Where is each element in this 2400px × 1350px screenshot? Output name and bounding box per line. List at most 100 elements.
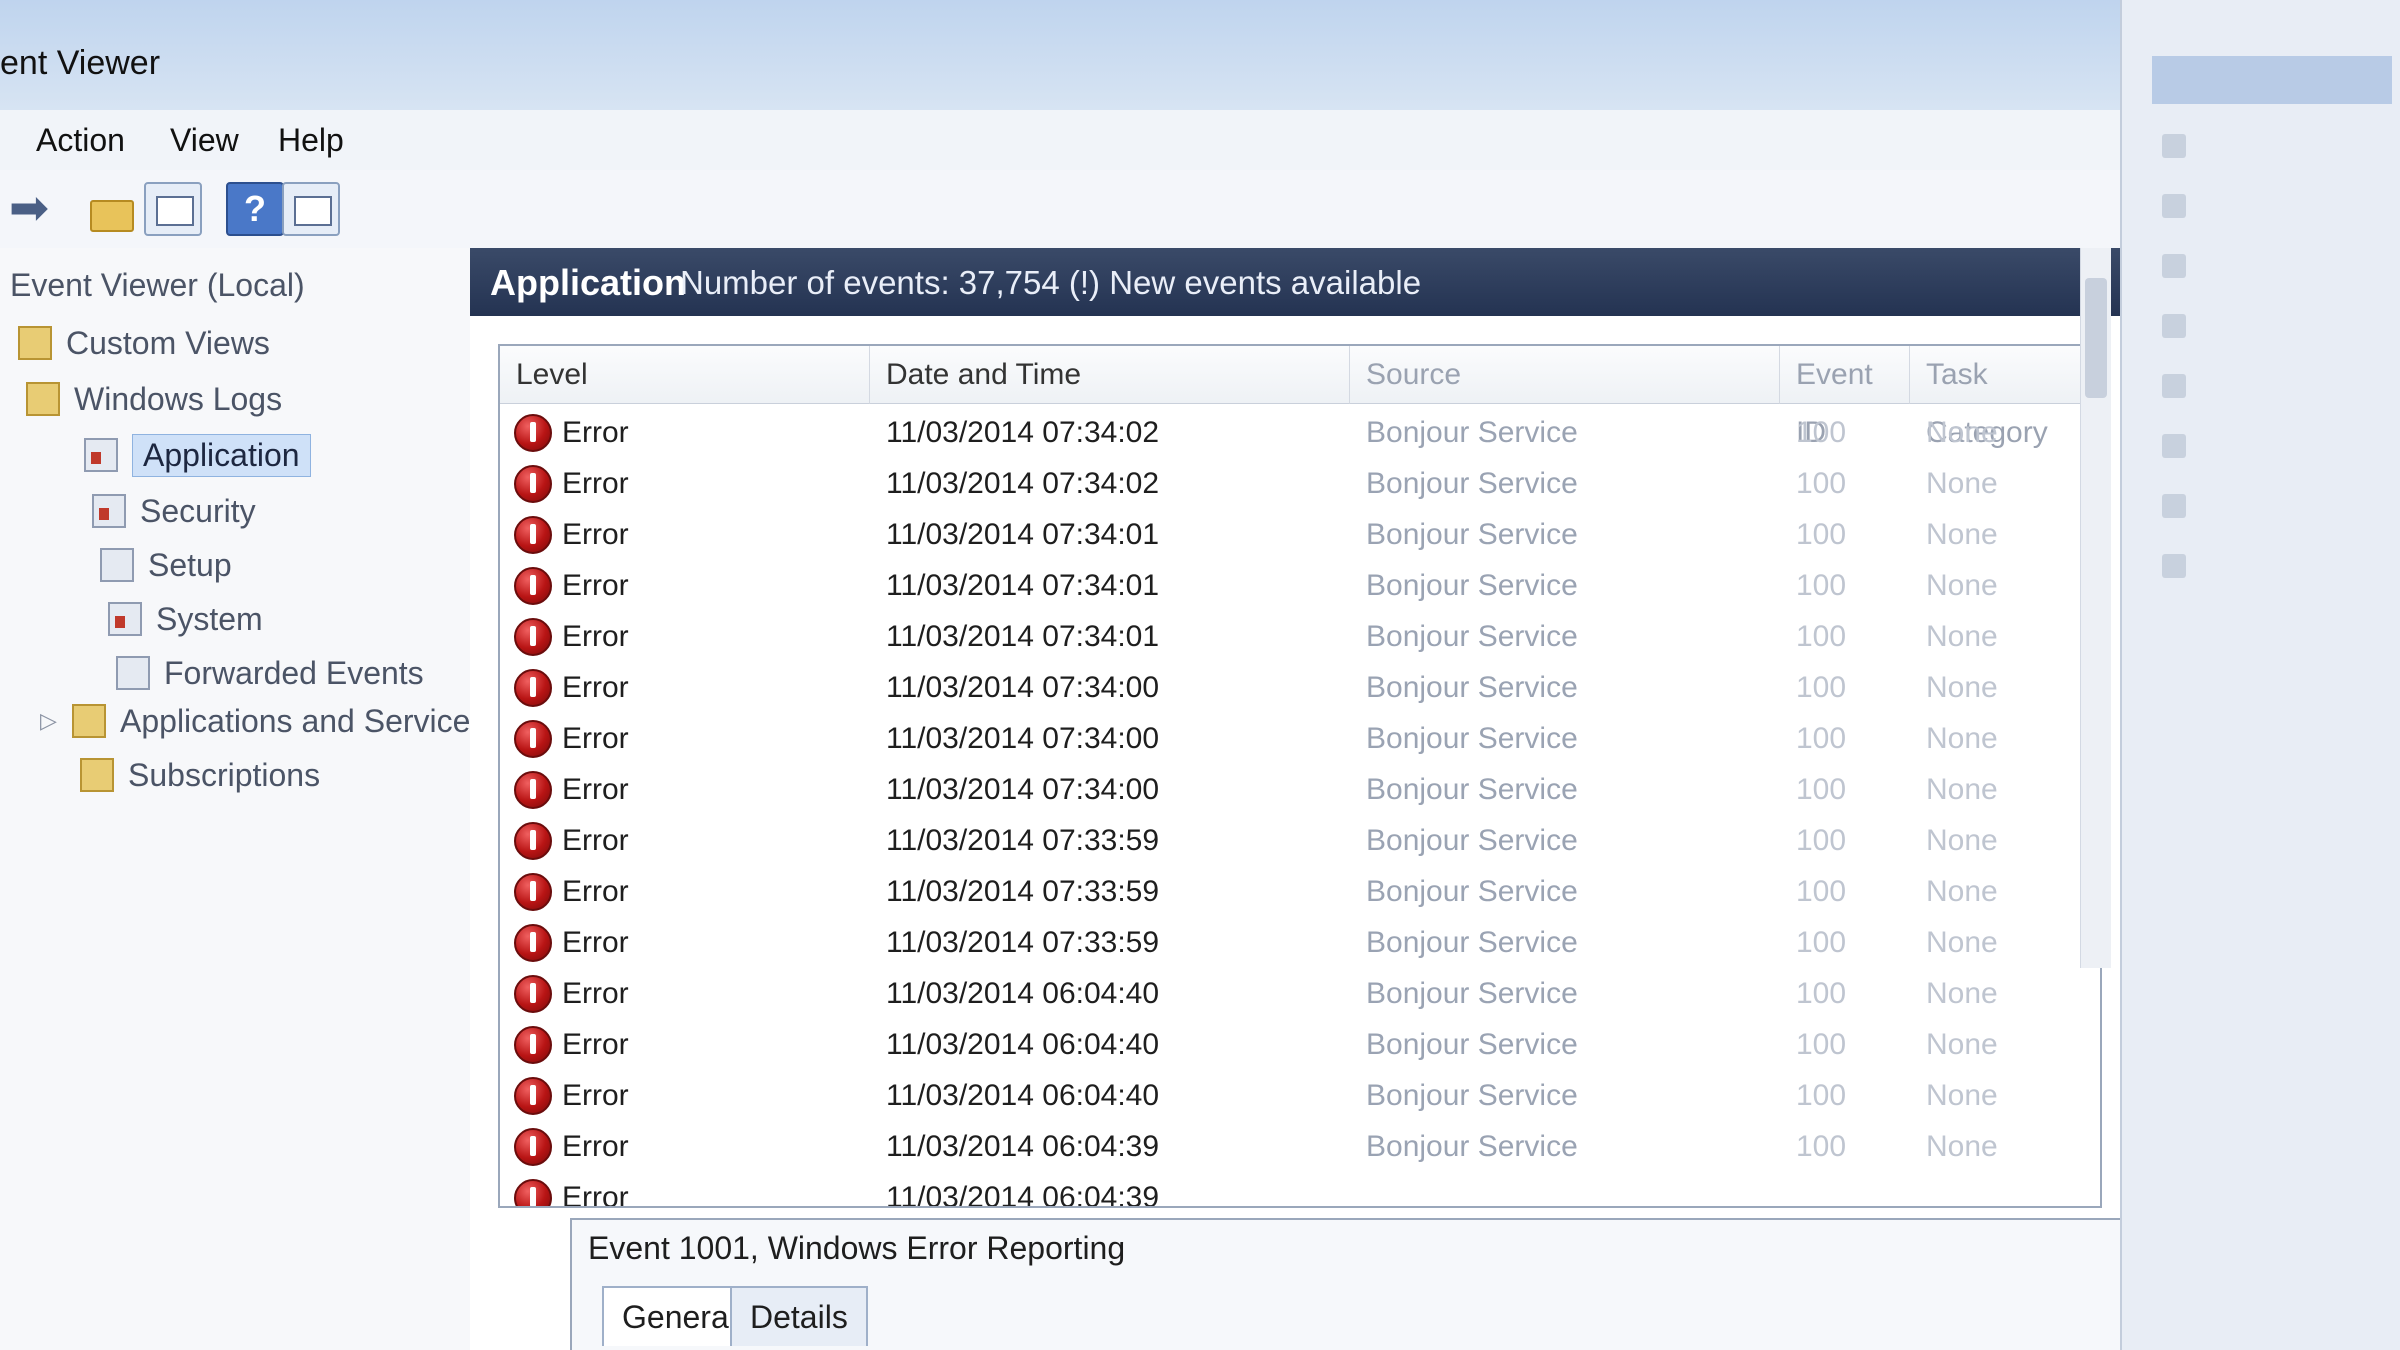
tree-setup[interactable]: Setup: [100, 542, 232, 588]
column-header-source[interactable]: Source: [1350, 346, 1780, 404]
filter-icon: [2162, 374, 2186, 399]
tree-system[interactable]: System: [108, 596, 263, 642]
tree-root[interactable]: Event Viewer (Local): [10, 262, 305, 308]
row-task-category: None: [1926, 416, 1998, 449]
tree-apps-services[interactable]: Applications and Services Lo: [72, 698, 531, 744]
row-event-id: 100: [1796, 518, 1847, 551]
find-icon: [2162, 494, 2186, 519]
back-arrow-icon[interactable]: ➡: [0, 182, 58, 236]
actions-pane: [2120, 0, 2400, 1350]
row-level: Error: [562, 926, 629, 959]
tree-forwarded-events[interactable]: Forwarded Events: [116, 650, 424, 696]
error-icon: [514, 567, 552, 605]
event-log-icon: [84, 438, 118, 472]
table-row[interactable]: Error 11/03/2014 06:04:39 Bonjour Service 1…: [500, 1122, 2100, 1173]
tree-subscriptions[interactable]: Subscriptions: [80, 752, 320, 798]
folder-icon: [18, 326, 52, 360]
action-item[interactable]: [2162, 480, 2400, 528]
row-date-time: 11/03/2014 06:04:40: [886, 1079, 1160, 1112]
action-pane-icon[interactable]: [282, 182, 340, 236]
table-row[interactable]: Error 11/03/2014 06:04:39: [500, 1173, 2100, 1208]
event-detail-panel: Event 1001, Windows Error Reporting Gene…: [570, 1218, 2124, 1350]
table-row[interactable]: Error 11/03/2014 07:33:59 Bonjour Service 1…: [500, 867, 2100, 918]
row-date-time: 11/03/2014 07:34:00: [886, 773, 1160, 806]
help-icon[interactable]: ?: [226, 182, 284, 236]
row-level: Error: [562, 620, 629, 653]
action-item[interactable]: [2162, 420, 2400, 468]
expand-arrow-icon[interactable]: ▷: [40, 708, 57, 734]
table-row[interactable]: Error 11/03/2014 07:34:00 Bonjour Service 1…: [500, 663, 2100, 714]
table-row[interactable]: Error 11/03/2014 07:34:02 Bonjour Service 1…: [500, 408, 2100, 459]
row-level: Error: [562, 1130, 629, 1163]
column-header-event-id[interactable]: Event ID: [1780, 346, 1910, 449]
row-event-id: 100: [1796, 620, 1847, 653]
table-row[interactable]: Error 11/03/2014 07:34:02 Bonjour Service 1…: [500, 459, 2100, 510]
table-row[interactable]: Error 11/03/2014 07:34:00 Bonjour Service 1…: [500, 714, 2100, 765]
action-item[interactable]: [2162, 360, 2400, 408]
actions-header[interactable]: [2152, 56, 2392, 104]
folder-icon: [26, 382, 60, 416]
tree-security[interactable]: Security: [92, 488, 256, 534]
row-task-category: None: [1926, 773, 1998, 806]
table-row[interactable]: Error 11/03/2014 07:33:59 Bonjour Service 1…: [500, 918, 2100, 969]
table-row[interactable]: Error 11/03/2014 07:33:59 Bonjour Service 1…: [500, 816, 2100, 867]
error-icon: [514, 414, 552, 452]
menu-view[interactable]: View: [170, 122, 239, 159]
column-header-level[interactable]: Level: [500, 346, 870, 404]
row-level: Error: [562, 722, 629, 755]
action-item[interactable]: [2162, 240, 2400, 288]
event-viewer-window: ent Viewer Action View Help ➡ ? Event Vi…: [0, 0, 2400, 1350]
properties-icon: [2162, 434, 2186, 459]
row-level: Error: [562, 1028, 629, 1061]
tree-application[interactable]: Application: [84, 432, 311, 478]
row-date-time: 11/03/2014 06:04:39: [886, 1181, 1160, 1208]
scrollbar-thumb[interactable]: [2085, 278, 2107, 398]
row-event-id: 100: [1796, 1130, 1847, 1163]
row-source: Bonjour Service: [1366, 722, 1578, 755]
table-row[interactable]: Error 11/03/2014 07:34:00 Bonjour Service 1…: [500, 765, 2100, 816]
error-icon: [514, 669, 552, 707]
table-row[interactable]: Error 11/03/2014 07:34:01 Bonjour Service 1…: [500, 612, 2100, 663]
row-source: Bonjour Service: [1366, 518, 1578, 551]
action-item[interactable]: [2162, 300, 2400, 348]
menu-action[interactable]: Action: [36, 122, 125, 159]
table-row[interactable]: Error 11/03/2014 06:04:40 Bonjour Service 1…: [500, 1071, 2100, 1122]
row-level: Error: [562, 467, 629, 500]
row-event-id: 100: [1796, 875, 1847, 908]
error-icon: [514, 1128, 552, 1166]
error-icon: [514, 465, 552, 503]
action-item[interactable]: [2162, 540, 2400, 588]
column-header-task-category[interactable]: Task Category: [1910, 346, 2100, 449]
row-date-time: 11/03/2014 06:04:39: [886, 1130, 1160, 1163]
events-scrollbar[interactable]: [2080, 248, 2111, 968]
title-bar: ent Viewer: [0, 0, 2400, 111]
row-level: Error: [562, 569, 629, 602]
console-tree-icon[interactable]: [144, 182, 202, 236]
column-header-date-time[interactable]: Date and Time: [870, 346, 1350, 404]
table-row[interactable]: Error 11/03/2014 06:04:40 Bonjour Service 1…: [500, 969, 2100, 1020]
error-icon: [514, 720, 552, 758]
screen: ent Viewer Action View Help ➡ ? Event Vi…: [0, 0, 2400, 1350]
tree-custom-views[interactable]: Custom Views: [18, 320, 270, 366]
open-log-icon: [2162, 134, 2186, 159]
row-source: Bonjour Service: [1366, 926, 1578, 959]
tab-details[interactable]: Details: [730, 1286, 868, 1346]
row-date-time: 11/03/2014 06:04:40: [886, 977, 1160, 1010]
row-event-id: 100: [1796, 416, 1847, 449]
folder-up-icon[interactable]: [82, 182, 140, 236]
action-item[interactable]: [2162, 120, 2400, 168]
events-pane: Application Number of events: 37,754 (!)…: [470, 248, 2124, 1350]
table-row[interactable]: Error 11/03/2014 07:34:01 Bonjour Service 1…: [500, 561, 2100, 612]
table-row[interactable]: Error 11/03/2014 06:04:40 Bonjour Service 1…: [500, 1020, 2100, 1071]
tree-forwarded-events-label: Forwarded Events: [164, 654, 424, 691]
menu-help[interactable]: Help: [278, 122, 344, 159]
row-level: Error: [562, 1181, 629, 1208]
event-log-icon: [100, 548, 134, 582]
event-log-icon: [92, 494, 126, 528]
tree-windows-logs[interactable]: Windows Logs: [26, 376, 282, 422]
table-row[interactable]: Error 11/03/2014 07:34:01 Bonjour Service 1…: [500, 510, 2100, 561]
action-item[interactable]: [2162, 180, 2400, 228]
row-task-category: None: [1926, 569, 1998, 602]
tree-root-label: Event Viewer (Local): [10, 266, 305, 303]
row-level: Error: [562, 671, 629, 704]
